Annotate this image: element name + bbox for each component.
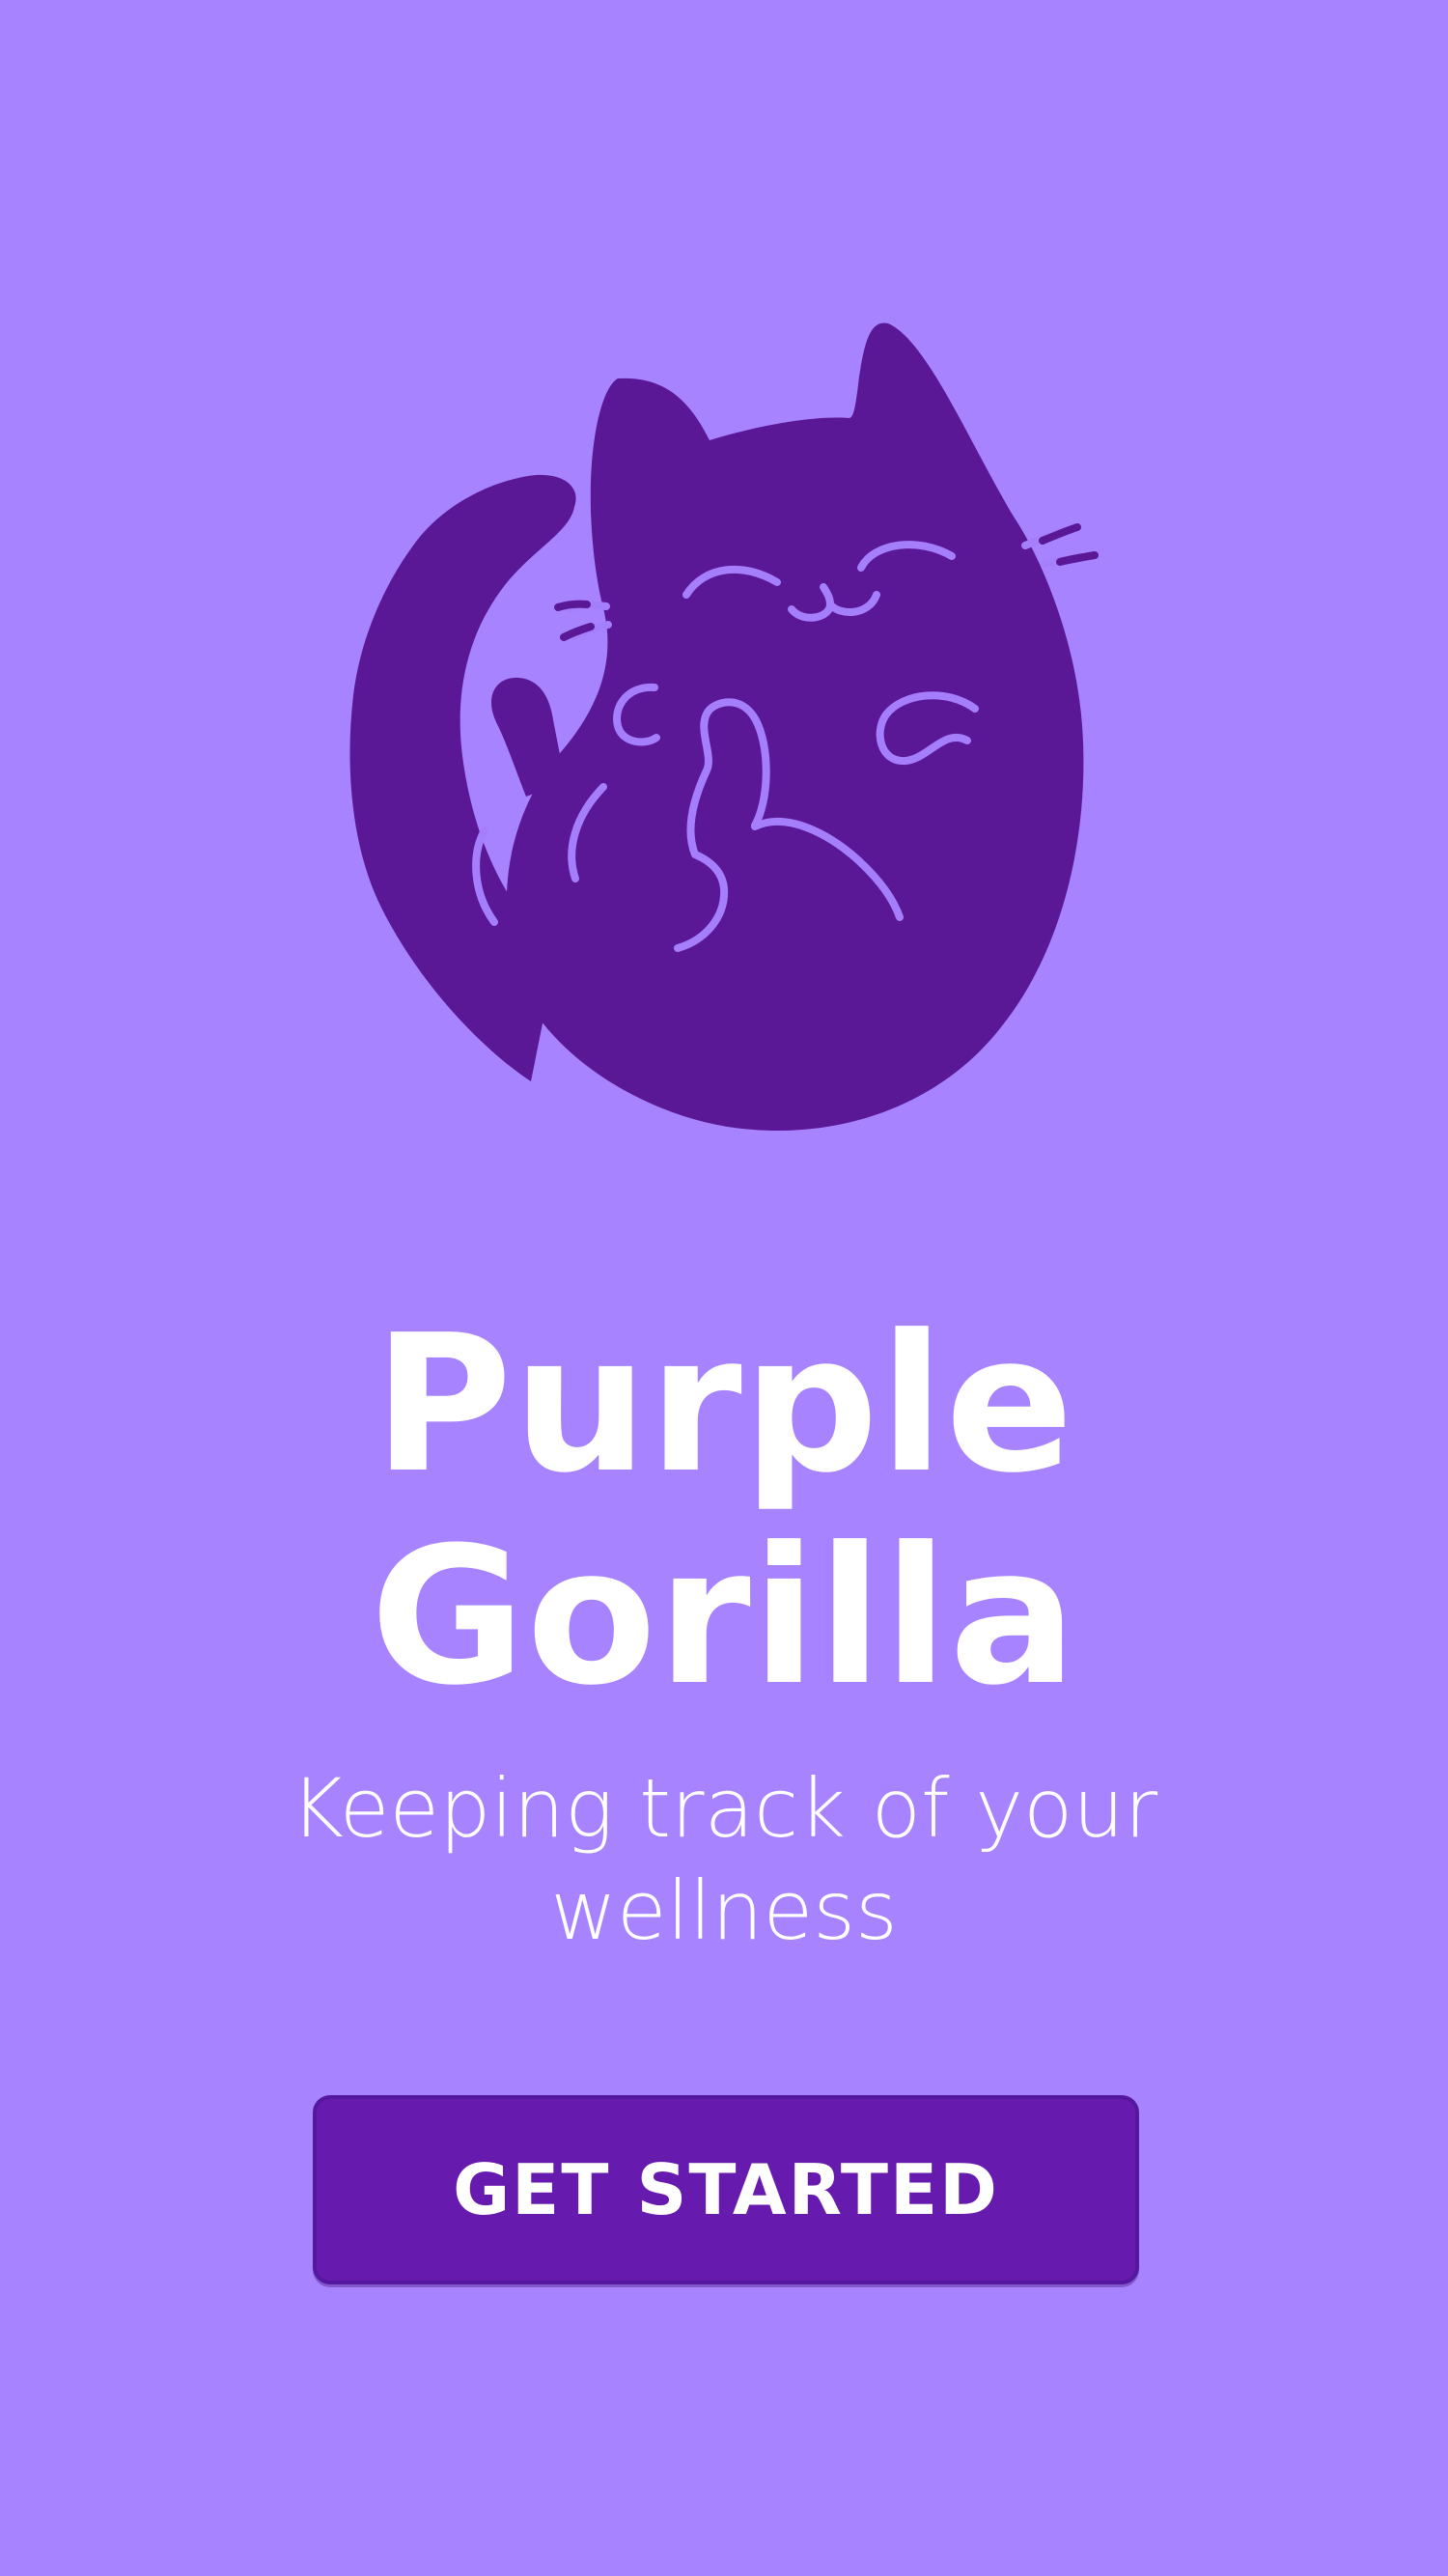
cat-mascot-icon [328,309,1120,1139]
tagline: Keeping track of your wellness [290,1761,1158,1958]
get-started-label: GET STARTED [453,2149,999,2230]
get-started-button[interactable]: GET STARTED [313,2095,1139,2284]
app-title: Purple Gorilla [370,1295,1078,1727]
welcome-screen: Purple Gorilla Keeping track of your wel… [0,0,1448,2576]
